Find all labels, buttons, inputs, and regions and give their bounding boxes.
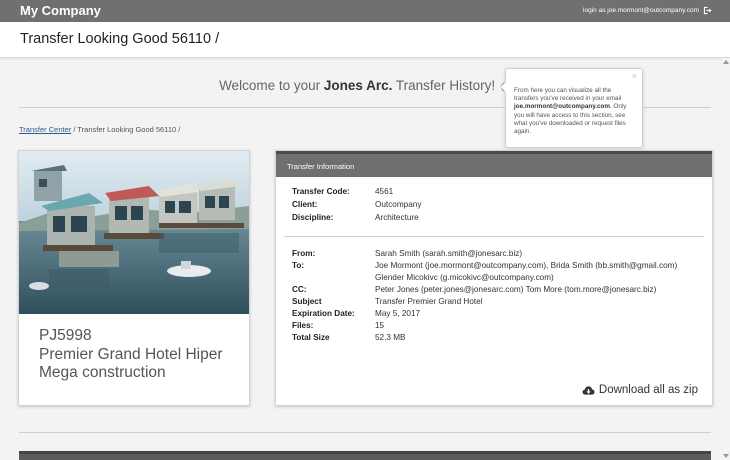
title-bar: Transfer Looking Good 56110 / — [0, 22, 730, 58]
breadcrumb: Transfer Center / Transfer Looking Good … — [19, 125, 180, 134]
project-image — [19, 151, 249, 314]
panel-header: Transfer Information — [276, 151, 712, 177]
info-row-to-continued: Glender Micokivc (g.micokivc@outcompany.… — [292, 273, 702, 284]
welcome-suffix: Transfer History! — [392, 78, 496, 93]
info-label: Subject — [292, 297, 322, 306]
breadcrumb-link-transfer-center[interactable]: Transfer Center — [19, 125, 71, 134]
breadcrumb-current: / Transfer Looking Good 56110 / — [71, 125, 181, 134]
info-label: Transfer Code: — [292, 187, 350, 196]
info-row-transfer-code: Transfer Code: 4561 — [292, 187, 702, 198]
download-label: Download all as zip — [598, 384, 698, 396]
page-title: Transfer Looking Good 56110 / — [20, 31, 220, 47]
info-row-files: Files: 15 — [292, 321, 702, 332]
logout-icon[interactable] — [703, 6, 712, 15]
info-value: Sarah Smith (sarah.smith@jonesarc.biz) — [375, 249, 523, 258]
top-bar: My Company login as joe.mormont@outcompa… — [0, 0, 730, 22]
info-row-expiration-date: Expiration Date: May 5, 2017 — [292, 309, 702, 320]
company-name: Jones Arc. — [323, 78, 393, 93]
info-row-to: To: Joe Mormont (joe.mormont@outcompany.… — [292, 261, 702, 272]
info-label: CC: — [292, 285, 307, 294]
info-row-total-size: Total Size 52.3 MB — [292, 333, 702, 344]
info-label: Total Size — [292, 333, 330, 342]
info-value: Peter Jones (peter.jones@jonesarc.com) T… — [375, 285, 657, 294]
tooltip-email: joe.mormont@outcompany.com — [514, 103, 610, 111]
transfer-info-panel: Transfer Information Transfer Code: 4561… — [275, 150, 713, 406]
login-text: login as joe.mormont@outcompany.com — [583, 7, 699, 14]
info-value: 15 — [375, 321, 385, 330]
next-panel-header — [19, 451, 711, 460]
info-value: May 5, 2017 — [375, 309, 421, 318]
info-label: Discipline: — [292, 213, 334, 222]
info-label: Client: — [292, 200, 318, 209]
info-row-subject: Subject Transfer Premier Grand Hotel — [292, 297, 702, 308]
login-info[interactable]: login as joe.mormont@outcompany.com — [583, 6, 712, 15]
tooltip-arrow-inner — [501, 82, 506, 92]
project-code: PJ5998 — [39, 327, 92, 344]
scrollbar[interactable] — [722, 58, 730, 460]
scroll-up-icon[interactable] — [723, 60, 729, 64]
info-row-cc: CC: Peter Jones (peter.jones@jonesarc.co… — [292, 285, 702, 296]
project-name-line2: Mega construction — [39, 364, 166, 381]
info-label: Expiration Date: — [292, 309, 355, 318]
project-card: PJ5998 Premier Grand Hotel Hiper Mega co… — [18, 150, 250, 406]
project-name-line1: Premier Grand Hotel Hiper — [39, 345, 223, 363]
help-tooltip: × From here you can visualize all the tr… — [500, 68, 643, 148]
info-value: Architecture — [375, 213, 419, 222]
divider — [19, 432, 711, 433]
info-value: 4561 — [375, 187, 394, 196]
info-value: Transfer Premier Grand Hotel — [375, 297, 483, 306]
project-title: PJ5998 Premier Grand Hotel Hiper Mega co… — [39, 327, 244, 383]
info-value: Joe Mormont (joe.mormont@outcompany.com)… — [375, 261, 678, 270]
close-icon[interactable]: × — [632, 71, 637, 80]
info-label: From: — [292, 249, 316, 258]
info-row-from: From: Sarah Smith (sarah.smith@jonesarc.… — [292, 249, 702, 260]
scroll-down-icon[interactable] — [723, 454, 729, 458]
welcome-prefix: Welcome to your — [219, 78, 324, 93]
info-divider — [284, 236, 704, 237]
info-row-discipline: Discipline: Architecture — [292, 213, 702, 224]
info-value: Outcompany — [375, 200, 422, 209]
brand-name[interactable]: My Company — [20, 3, 101, 18]
info-row-client: Client: Outcompany — [292, 200, 702, 211]
tooltip-text-before: From here you can visualize all the tran… — [514, 87, 622, 103]
info-value: Glender Micokivc (g.micokivc@outcompany.… — [375, 273, 554, 282]
cloud-download-icon — [582, 385, 595, 395]
download-all-button[interactable]: Download all as zip — [582, 384, 698, 396]
info-value: 52.3 MB — [375, 333, 406, 342]
info-label: To: — [292, 261, 305, 270]
info-label: Files: — [292, 321, 314, 330]
